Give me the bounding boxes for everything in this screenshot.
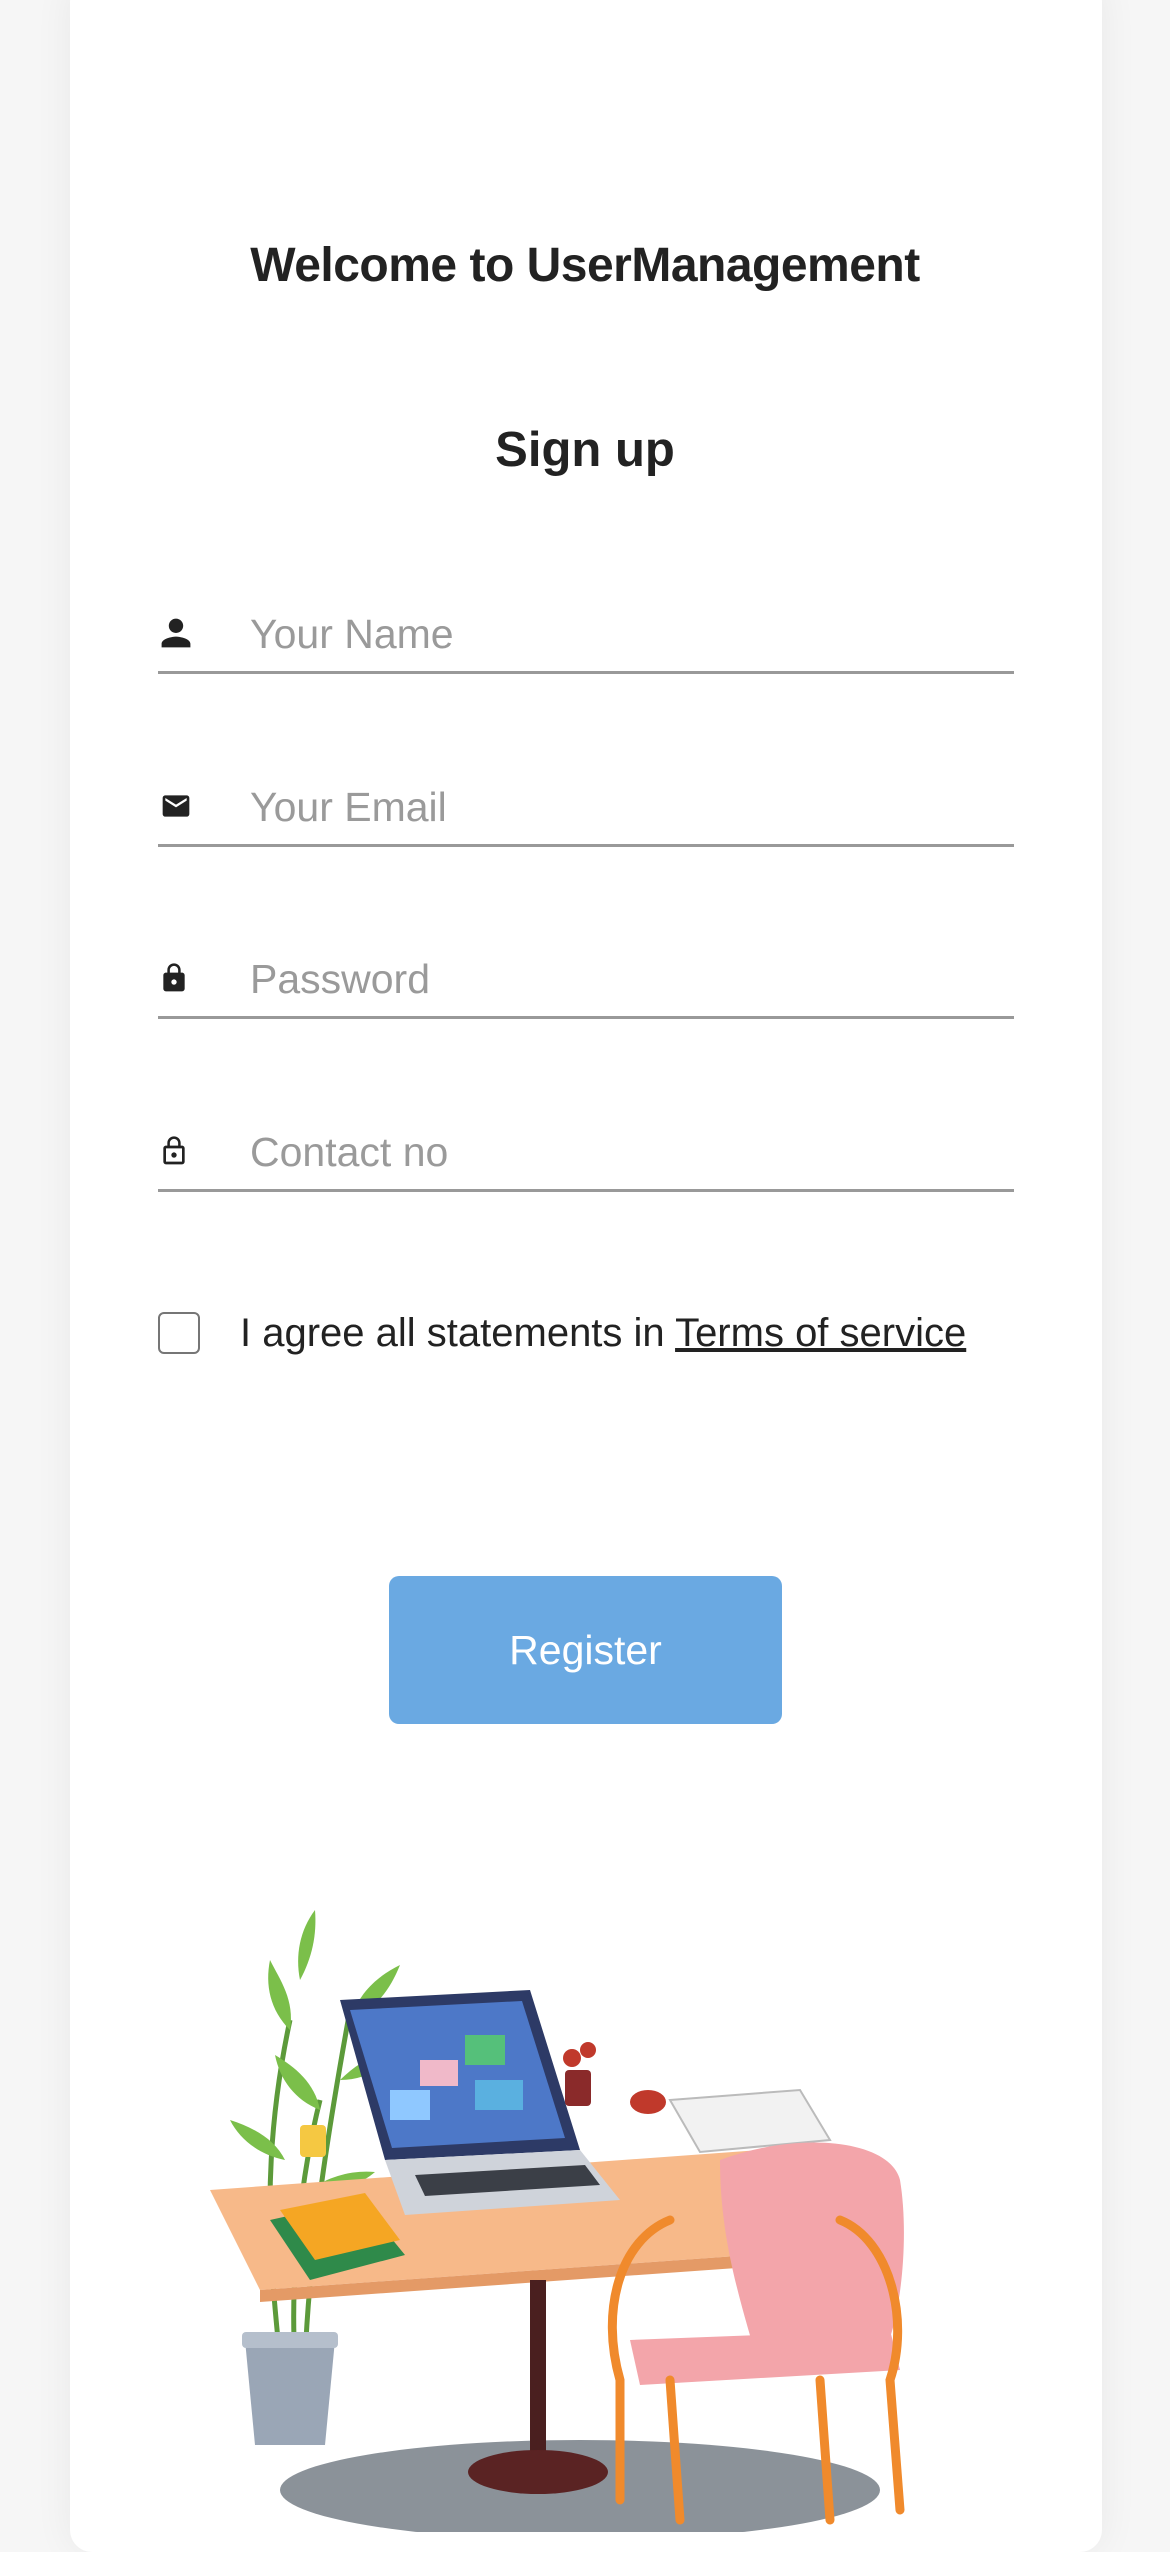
desk-illustration [210, 1910, 905, 2532]
contact-input[interactable] [248, 1121, 992, 1183]
email-input[interactable] [248, 776, 992, 838]
password-field [158, 948, 1014, 1019]
agree-label: I agree all statements in [240, 1311, 665, 1355]
welcome-heading: Welcome to UserManagement [250, 239, 920, 292]
email-field [158, 776, 1014, 847]
contact-field [158, 1121, 1014, 1192]
lock-outline-icon [158, 1131, 194, 1171]
person-icon [158, 613, 194, 653]
agree-checkbox[interactable] [158, 1312, 200, 1354]
mail-icon [158, 786, 194, 826]
agree-row: I agree all statements in Terms of servi… [158, 1304, 1038, 1362]
page-title: Sign up [495, 423, 675, 477]
name-input[interactable] [248, 603, 992, 665]
password-input[interactable] [248, 948, 992, 1010]
register-button[interactable]: Register [389, 1576, 782, 1724]
lock-icon [158, 958, 194, 998]
terms-link[interactable]: Terms of service [675, 1311, 966, 1355]
name-field [158, 603, 1014, 674]
